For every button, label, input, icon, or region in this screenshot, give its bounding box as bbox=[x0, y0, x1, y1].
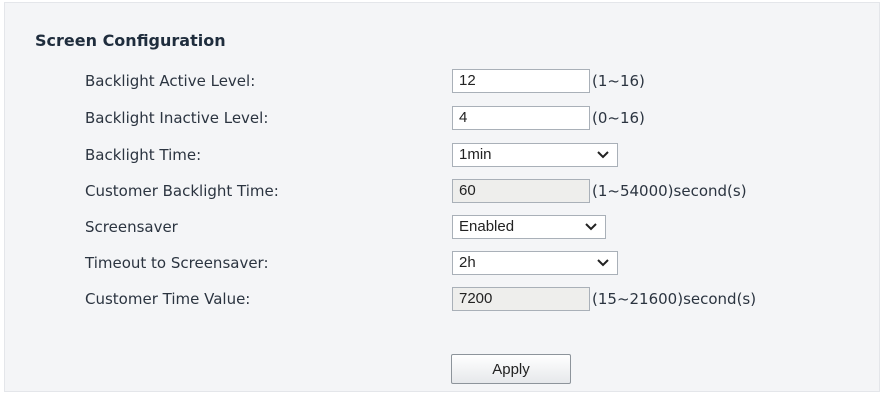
backlight-time-value: 1min bbox=[459, 146, 492, 163]
row-customer-time-value: Customer Time Value: 7200 (15~21600)seco… bbox=[5, 287, 879, 313]
row-backlight-time: Backlight Time: 1min bbox=[5, 143, 879, 169]
screen-configuration-panel: Screen Configuration Backlight Active Le… bbox=[4, 2, 880, 392]
screensaver-select[interactable]: Enabled bbox=[452, 215, 606, 239]
chevron-down-icon bbox=[585, 223, 597, 231]
row-backlight-active-level: Backlight Active Level: 12 (1~16) bbox=[5, 69, 879, 95]
apply-button[interactable]: Apply bbox=[451, 354, 571, 384]
backlight-active-level-label: Backlight Active Level: bbox=[85, 72, 256, 90]
timeout-to-screensaver-label: Timeout to Screensaver: bbox=[85, 254, 269, 272]
customer-time-value-range: (15~21600)second(s) bbox=[592, 290, 757, 308]
customer-backlight-time-input[interactable]: 60 bbox=[452, 179, 590, 203]
backlight-inactive-level-label: Backlight Inactive Level: bbox=[85, 109, 269, 127]
row-backlight-inactive-level: Backlight Inactive Level: 4 (0~16) bbox=[5, 106, 879, 132]
backlight-active-level-range: (1~16) bbox=[592, 72, 645, 90]
timeout-to-screensaver-value: 2h bbox=[459, 254, 476, 271]
backlight-inactive-level-range: (0~16) bbox=[592, 109, 645, 127]
row-customer-backlight-time: Customer Backlight Time: 60 (1~54000)sec… bbox=[5, 179, 879, 205]
customer-backlight-time-label: Customer Backlight Time: bbox=[85, 182, 279, 200]
backlight-inactive-level-input[interactable]: 4 bbox=[452, 106, 590, 130]
chevron-down-icon bbox=[597, 151, 609, 159]
row-screensaver: Screensaver Enabled bbox=[5, 215, 879, 241]
timeout-to-screensaver-select[interactable]: 2h bbox=[452, 251, 618, 275]
section-title: Screen Configuration bbox=[35, 31, 226, 50]
screensaver-label: Screensaver bbox=[85, 218, 178, 236]
customer-time-value-input[interactable]: 7200 bbox=[452, 287, 590, 311]
row-timeout-to-screensaver: Timeout to Screensaver: 2h bbox=[5, 251, 879, 277]
screensaver-value: Enabled bbox=[459, 218, 515, 235]
backlight-time-select[interactable]: 1min bbox=[452, 143, 618, 167]
backlight-time-label: Backlight Time: bbox=[85, 146, 202, 164]
customer-time-value-label: Customer Time Value: bbox=[85, 290, 251, 308]
chevron-down-icon bbox=[597, 259, 609, 267]
backlight-active-level-input[interactable]: 12 bbox=[452, 69, 590, 93]
customer-backlight-time-range: (1~54000)second(s) bbox=[592, 182, 747, 200]
